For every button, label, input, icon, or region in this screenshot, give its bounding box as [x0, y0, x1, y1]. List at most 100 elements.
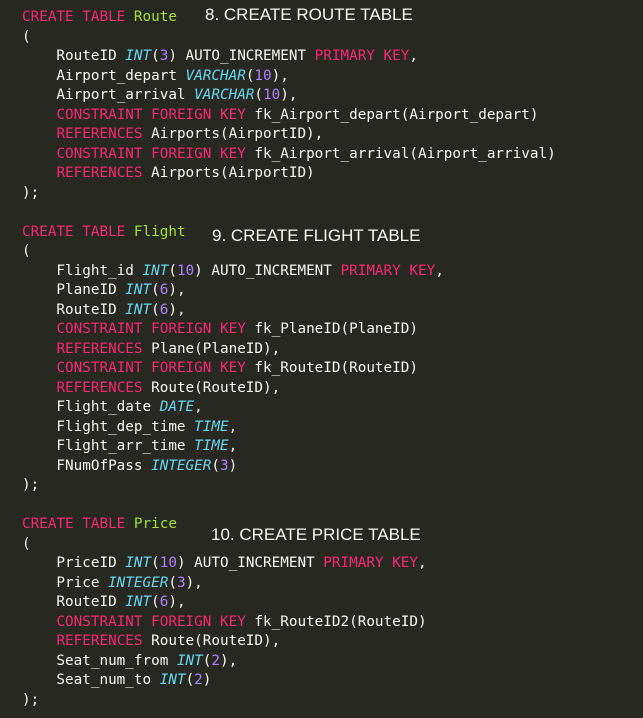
code-token: CONSTRAINT FOREIGN KEY	[56, 106, 246, 123]
code-token: fk_Airport_depart(Airport_depart)	[245, 106, 539, 123]
code-line: REFERENCES Plane(PlaneID),	[22, 340, 556, 360]
code-token: VARCHAR	[194, 87, 255, 103]
code-token: Price	[133, 516, 177, 532]
code-token: 3	[176, 574, 186, 591]
code-token: REFERENCES	[56, 126, 143, 142]
code-line: Flight_id INT(10) AUTO_INCREMENT PRIMARY…	[22, 262, 556, 282]
code-token: fk_Airport_arrival(Airport_arrival)	[245, 145, 556, 162]
code-line: RouteID INT(6),	[22, 301, 556, 321]
code-token: DATE	[159, 399, 195, 415]
code-token: CREATE TABLE	[22, 516, 134, 532]
code-token: RouteID	[22, 301, 126, 318]
code-token: (	[22, 28, 31, 45]
code-token: (	[151, 48, 160, 64]
code-token: ),	[168, 301, 186, 318]
code-token: 10	[254, 67, 272, 84]
code-line: );	[22, 184, 556, 204]
code-token: VARCHAR	[185, 67, 246, 84]
code-token: Flight_dep_time	[22, 418, 195, 435]
code-token: ,	[435, 262, 444, 279]
code-line: );	[22, 476, 556, 496]
code-token: Route(RouteID),	[142, 633, 281, 649]
code-line: CONSTRAINT FOREIGN KEY fk_Airport_arriva…	[22, 145, 556, 165]
code-token: Route(RouteID),	[142, 379, 281, 396]
code-token: Airports(AirportID),	[142, 126, 324, 142]
code-token: ,	[417, 555, 427, 571]
heading-price-table: 10. CREATE PRICE TABLE	[211, 525, 421, 544]
code-token: PRIMARY KEY	[323, 555, 418, 571]
code-line: RouteID INT(6),	[22, 593, 556, 613]
code-token: Flight	[133, 223, 186, 240]
code-line: CONSTRAINT FOREIGN KEY fk_Airport_depart…	[22, 106, 556, 126]
code-token: ),	[271, 67, 289, 84]
code-token: PlaneID	[22, 282, 126, 298]
code-token: Seat_num_to	[22, 672, 160, 688]
code-token: INT	[125, 282, 152, 298]
code-token: ),	[168, 282, 186, 298]
code-token: CONSTRAINT FOREIGN KEY	[56, 613, 246, 630]
code-token: CONSTRAINT FOREIGN KEY	[56, 360, 246, 376]
code-token: );	[22, 184, 40, 201]
code-line: REFERENCES Airports(AirportID),	[22, 125, 556, 145]
code-line: PlaneID INT(6),	[22, 281, 556, 301]
code-token: INTEGER	[151, 457, 212, 474]
code-line: Price INTEGER(3),	[22, 574, 556, 594]
code-line: Flight_arr_time TIME,	[22, 437, 556, 457]
code-token: (	[151, 282, 160, 298]
code-token: TIME	[194, 438, 229, 454]
code-token: INT	[125, 48, 152, 64]
code-token: ),	[280, 87, 298, 103]
code-token: 10	[159, 555, 177, 571]
code-line: REFERENCES Route(RouteID),	[22, 379, 556, 399]
code-token: TIME	[194, 418, 229, 435]
code-token: (	[151, 301, 160, 318]
code-token: Airport_depart	[22, 67, 186, 84]
code-token: PriceID	[22, 555, 126, 571]
code-token: 3	[220, 457, 229, 474]
heading-route-table: 8. CREATE ROUTE TABLE	[205, 5, 413, 24]
code-token: fk_PlaneID(PlaneID)	[245, 321, 418, 337]
code-token: INTEGER	[108, 574, 169, 591]
code-token: ) AUTO_INCREMENT	[176, 555, 324, 571]
code-token: INT	[142, 262, 169, 279]
code-token: INT	[125, 555, 152, 571]
code-line: RouteID INT(3) AUTO_INCREMENT PRIMARY KE…	[22, 47, 556, 67]
code-token: ,	[228, 438, 238, 454]
code-token: 10	[176, 262, 195, 279]
code-line: Seat_num_from INT(2),	[22, 652, 556, 672]
code-token: Seat_num_from	[22, 652, 177, 669]
code-token: ),	[168, 594, 186, 610]
code-token: (	[168, 262, 177, 279]
code-token: INT	[125, 594, 152, 610]
code-token: ,	[228, 418, 238, 435]
code-token: Price	[22, 574, 109, 591]
code-token: PRIMARY KEY	[314, 48, 410, 64]
code-token: 2	[211, 652, 220, 669]
code-line: Airport_arrival VARCHAR(10),	[22, 86, 556, 106]
code-line: CONSTRAINT FOREIGN KEY fk_RouteID(RouteI…	[22, 359, 556, 379]
code-token: (	[185, 672, 195, 688]
code-token: ),	[219, 652, 238, 669]
code-token: REFERENCES	[56, 340, 143, 357]
code-editor[interactable]: CREATE TABLE Route( RouteID INT(3) AUTO_…	[22, 8, 556, 710]
code-token: PRIMARY KEY	[340, 262, 436, 279]
code-token: Flight_date	[22, 399, 160, 415]
code-token: ,	[409, 48, 418, 64]
code-line: FNumOfPass INTEGER(3)	[22, 457, 556, 477]
code-line: REFERENCES Route(RouteID),	[22, 632, 556, 652]
code-token: ) AUTO_INCREMENT	[194, 262, 341, 279]
code-token: REFERENCES	[56, 379, 143, 396]
code-line: CONSTRAINT FOREIGN KEY fk_RouteID2(Route…	[22, 613, 556, 633]
code-token: (	[211, 457, 220, 474]
code-token: RouteID	[22, 594, 126, 610]
code-token: ,	[194, 399, 203, 415]
